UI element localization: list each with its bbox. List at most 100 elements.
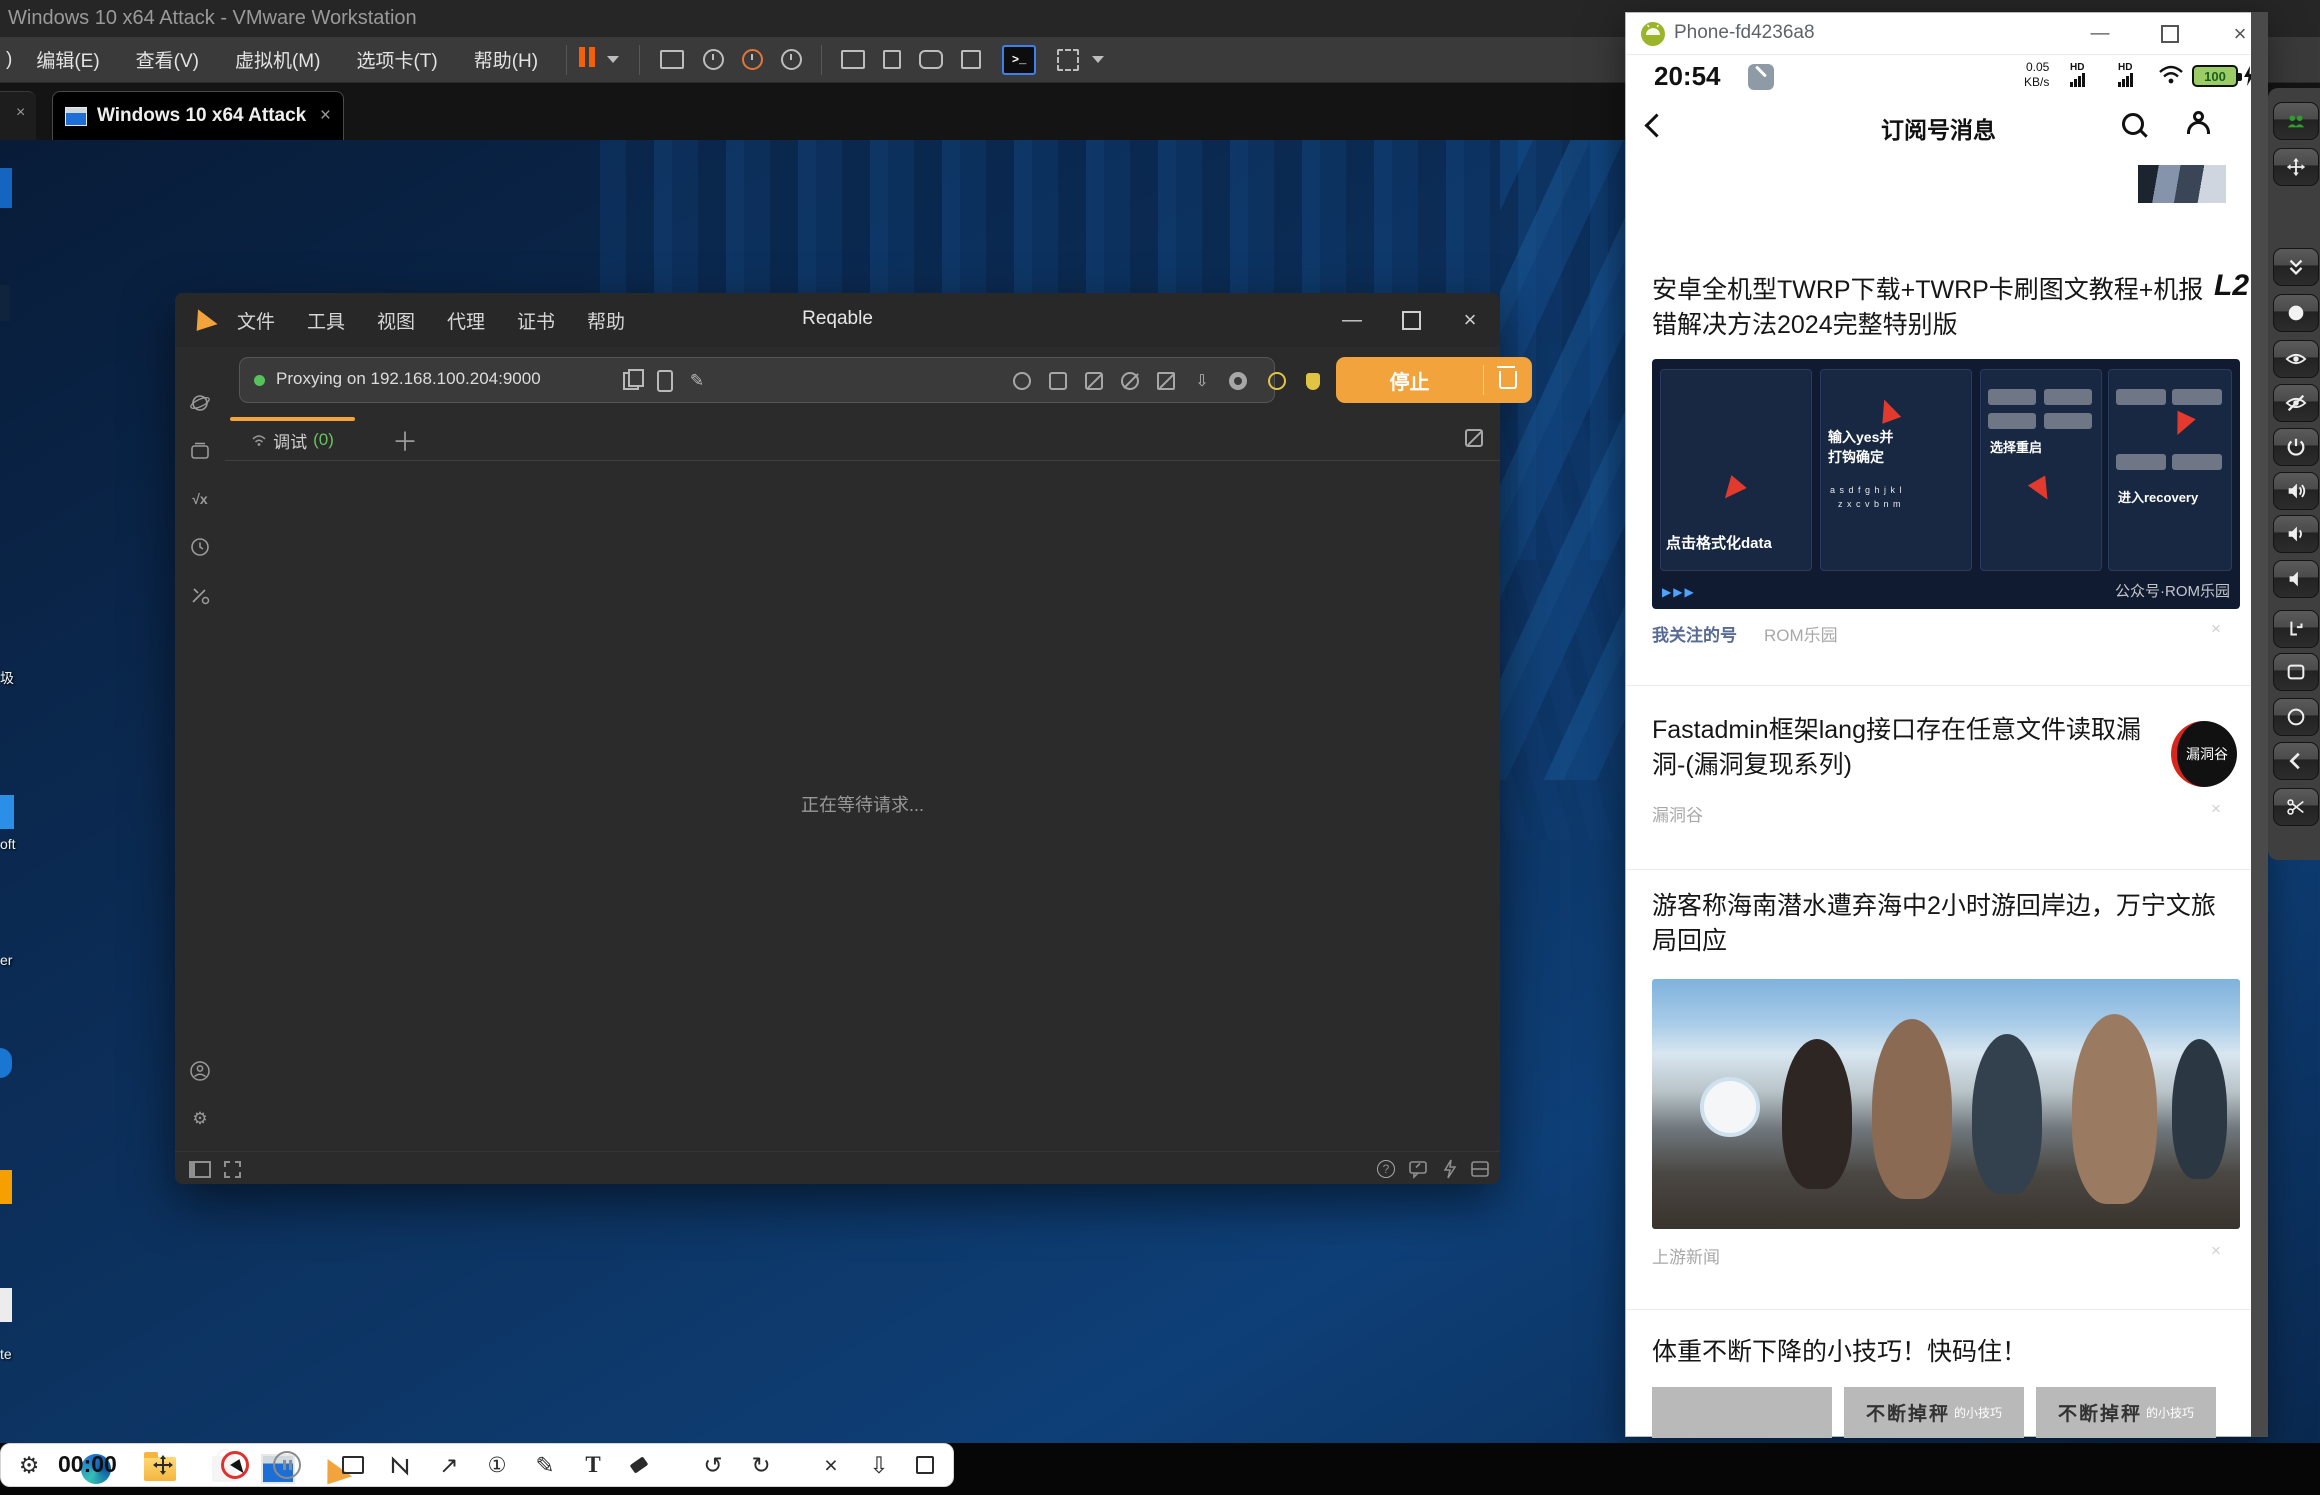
tab-debug[interactable]: 调试 (0) [230,421,355,459]
power-button[interactable] [2273,428,2319,466]
menu-vm[interactable]: 虚拟机(M) [217,37,338,82]
phone-close-button[interactable]: × [2227,21,2253,47]
proxy-address-bar[interactable]: Proxying on 192.168.100.204:9000 ✎ ⇩ [239,357,1320,403]
undo-icon[interactable]: ↺ [698,1450,728,1480]
phone-maximize-button[interactable] [2157,21,2183,47]
menu-tabs[interactable]: 选项卡(T) [338,37,455,82]
sidebar-tools-icon[interactable] [188,583,212,607]
menu-edit[interactable]: 编辑(E) [18,37,117,82]
profile-icon[interactable] [2186,111,2212,137]
window-mode-button[interactable] [2273,653,2319,691]
desktop-icon-fragment[interactable] [0,1170,12,1204]
article-title[interactable]: 安卓全机型TWRP下载+TWRP卡刷图文教程+机报错解决方法2024完整特别版 [1652,273,2207,343]
record-mode-icon[interactable] [1227,370,1249,392]
sidebar-account-icon[interactable] [188,1059,212,1083]
volume-down-button[interactable] [2273,515,2319,553]
sidebar-traffic-icon[interactable] [188,391,212,415]
draw-path-icon[interactable] [386,1450,416,1480]
performance-icon[interactable] [1439,1158,1461,1180]
desktop-icon-fragment[interactable] [0,168,12,208]
search-icon[interactable] [2122,113,2144,135]
screenshot-crop-button[interactable] [2273,788,2319,826]
show-thumbnails-icon[interactable] [883,50,902,69]
article-thumb[interactable]: 不断掉秤 的小技巧 [2036,1387,2216,1438]
desktop-icon-label[interactable]: er [0,952,12,968]
save-download-icon[interactable]: ⇩ [864,1450,894,1480]
vm-tab-windows10[interactable]: Windows 10 x64 Attack × [52,91,344,140]
dismiss-article-icon[interactable]: × [2211,1241,2221,1261]
hide-screen-button[interactable] [2273,384,2319,422]
pause-button[interactable] [272,1450,302,1480]
menu-help[interactable]: 帮助(H) [456,37,556,82]
redo-icon[interactable]: ↻ [746,1450,776,1480]
show-screen-button[interactable] [2273,340,2319,378]
sidebar-settings-icon[interactable]: ⚙ [188,1107,212,1131]
move-window-button[interactable] [2273,148,2319,186]
script-off-icon[interactable] [1155,370,1177,392]
capture-screen-icon[interactable] [961,50,982,69]
bug-off-icon[interactable] [1119,370,1141,392]
partial-image-thumb[interactable] [2138,165,2226,203]
home-button[interactable] [2273,698,2319,736]
article-title[interactable]: 体重不断下降的小技巧！快码住！ [1652,1335,2227,1370]
volume-up-button[interactable] [2273,472,2319,510]
reqable-minimize-button[interactable]: — [1340,308,1364,332]
shield-icon[interactable] [1302,370,1324,392]
article-image[interactable]: 点击格式化data 输入yes并 打钩确定 选择重启 进入recovery a … [1652,359,2240,609]
display-select-icon[interactable] [338,1450,368,1480]
clear-sessions-button[interactable] [1484,366,1532,389]
ssl-lock-icon[interactable] [1011,370,1033,392]
sidebar-collection-icon[interactable] [188,439,212,463]
vm-tab-close-icon[interactable]: × [320,105,331,127]
collapse-panel-button[interactable] [2273,248,2319,286]
stop-proxy-button[interactable]: 停止 [1336,357,1532,403]
desktop-icon-fragment[interactable] [0,1288,12,1322]
desktop-icon-fragment[interactable] [0,795,14,829]
article-title[interactable]: 游客称海南潜水遭弃海中2小时游回岸边，万宁文旅局回应 [1652,889,2227,959]
recorder-settings-icon[interactable]: ⚙ [14,1450,44,1480]
layout-split-icon[interactable] [1469,1158,1491,1180]
new-tab-button[interactable]: ＋ [390,425,420,457]
snapshot-take-icon[interactable] [703,49,725,70]
phone-proxy-icon[interactable] [654,370,676,392]
dismiss-article-icon[interactable]: × [2211,799,2221,819]
send-cad-icon[interactable] [660,50,685,69]
snapshot-revert-icon[interactable] [742,49,764,70]
article-thumb[interactable]: 不断掉秤 的小技巧 [1844,1387,2024,1438]
record-screen-button[interactable] [2273,294,2319,332]
console-view-button[interactable]: >_ [1002,44,1037,75]
copy-proxy-icon[interactable] [620,369,644,392]
toggle-sidebar-icon[interactable] [189,1158,211,1180]
download-icon[interactable]: ⇩ [1191,370,1213,392]
phone-minimize-button[interactable]: — [2087,21,2113,47]
desktop-icon-label[interactable]: oft [0,836,16,852]
close-recorder-icon[interactable]: × [816,1450,846,1480]
process-flow-button[interactable] [2273,610,2319,648]
help-icon[interactable]: ? [1375,1158,1397,1180]
menu-fragment[interactable]: ) [0,37,18,82]
eraser-tool-icon[interactable] [624,1450,654,1480]
step-number-icon[interactable]: ① [482,1450,512,1480]
globe-icon[interactable] [1266,370,1288,392]
fullscreen-dropdown-caret[interactable] [1092,56,1105,63]
suspend-vm-button[interactable] [577,46,597,73]
snapshot-manager-icon[interactable] [781,49,803,70]
unity-mode-icon[interactable] [919,50,944,69]
text-tool-icon[interactable]: T [578,1450,608,1480]
article-thumb[interactable] [1652,1387,1832,1438]
record-button[interactable] [220,1450,250,1480]
fullscreen-toggle-icon[interactable] [221,1158,243,1180]
breakpoint-icon[interactable] [1047,370,1069,392]
group-control-button[interactable] [2273,102,2319,140]
reqable-session-list[interactable]: 正在等待请求... [225,461,1500,1151]
sidebar-scripts-icon[interactable]: √x [188,487,212,511]
desktop-icon-fragment[interactable] [0,285,10,321]
suspend-dropdown-caret[interactable] [607,56,620,63]
tab-fragment[interactable]: × [0,91,36,141]
desktop-icon-label[interactable]: 圾 [0,668,14,688]
sidebar-history-icon[interactable] [188,535,212,559]
stop-recorder-icon[interactable] [910,1450,940,1480]
pencil-tool-icon[interactable]: ✎ [530,1450,560,1480]
reqable-maximize-button[interactable] [1399,308,1423,332]
scissors-off-icon[interactable] [1083,370,1105,392]
